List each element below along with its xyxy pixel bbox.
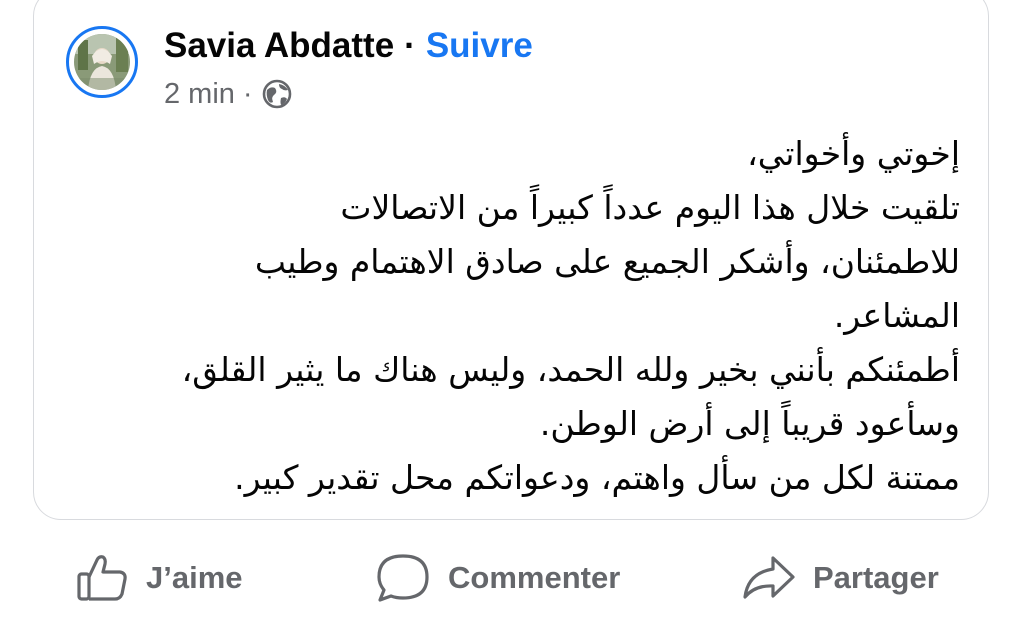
post-timestamp[interactable]: 2 min <box>164 78 235 111</box>
post-text-line: ممتنة لكل من سأل واهتم، ودعواتكم محل تقد… <box>234 458 960 497</box>
meta-separator: · <box>242 77 253 110</box>
post-header: Savia Abdatte · Suivre <box>164 24 533 68</box>
author-avatar[interactable] <box>66 26 138 98</box>
post-meta: 2 min · <box>164 76 293 112</box>
speech-bubble-icon <box>374 552 432 604</box>
like-button[interactable]: J’aime <box>76 548 243 608</box>
post-actions-bar: J’aime Commenter Partager <box>0 548 1024 608</box>
avatar-photo <box>74 34 130 90</box>
author-name[interactable]: Savia Abdatte <box>164 26 394 66</box>
share-arrow-icon <box>741 553 797 603</box>
thumbs-up-icon <box>76 553 130 603</box>
post-text: إخوتي وأخواتي، تلقيت خلال هذا اليوم عددا… <box>100 127 960 505</box>
share-label: Partager <box>813 560 939 595</box>
post-text-line: أطمئنكم بأنني بخير ولله الحمد، وليس هناك… <box>181 350 960 389</box>
post-text-line: المشاعر. <box>833 296 960 335</box>
like-label: J’aime <box>146 560 243 595</box>
follow-button[interactable]: Suivre <box>426 26 533 66</box>
comment-button[interactable]: Commenter <box>374 548 620 608</box>
post-text-line: إخوتي وأخواتي، <box>747 134 960 173</box>
globe-icon[interactable] <box>261 78 293 110</box>
comment-label: Commenter <box>448 560 621 595</box>
share-button[interactable]: Partager <box>741 548 939 608</box>
post-text-line: للاطمئنان، وأشكر الجميع على صادق الاهتما… <box>254 242 960 281</box>
header-separator: · <box>404 26 416 65</box>
post-text-line: وسأعود قريباً إلى أرض الوطن. <box>539 404 960 443</box>
post-text-line: تلقيت خلال هذا اليوم عدداً كبيراً من الا… <box>340 188 960 227</box>
